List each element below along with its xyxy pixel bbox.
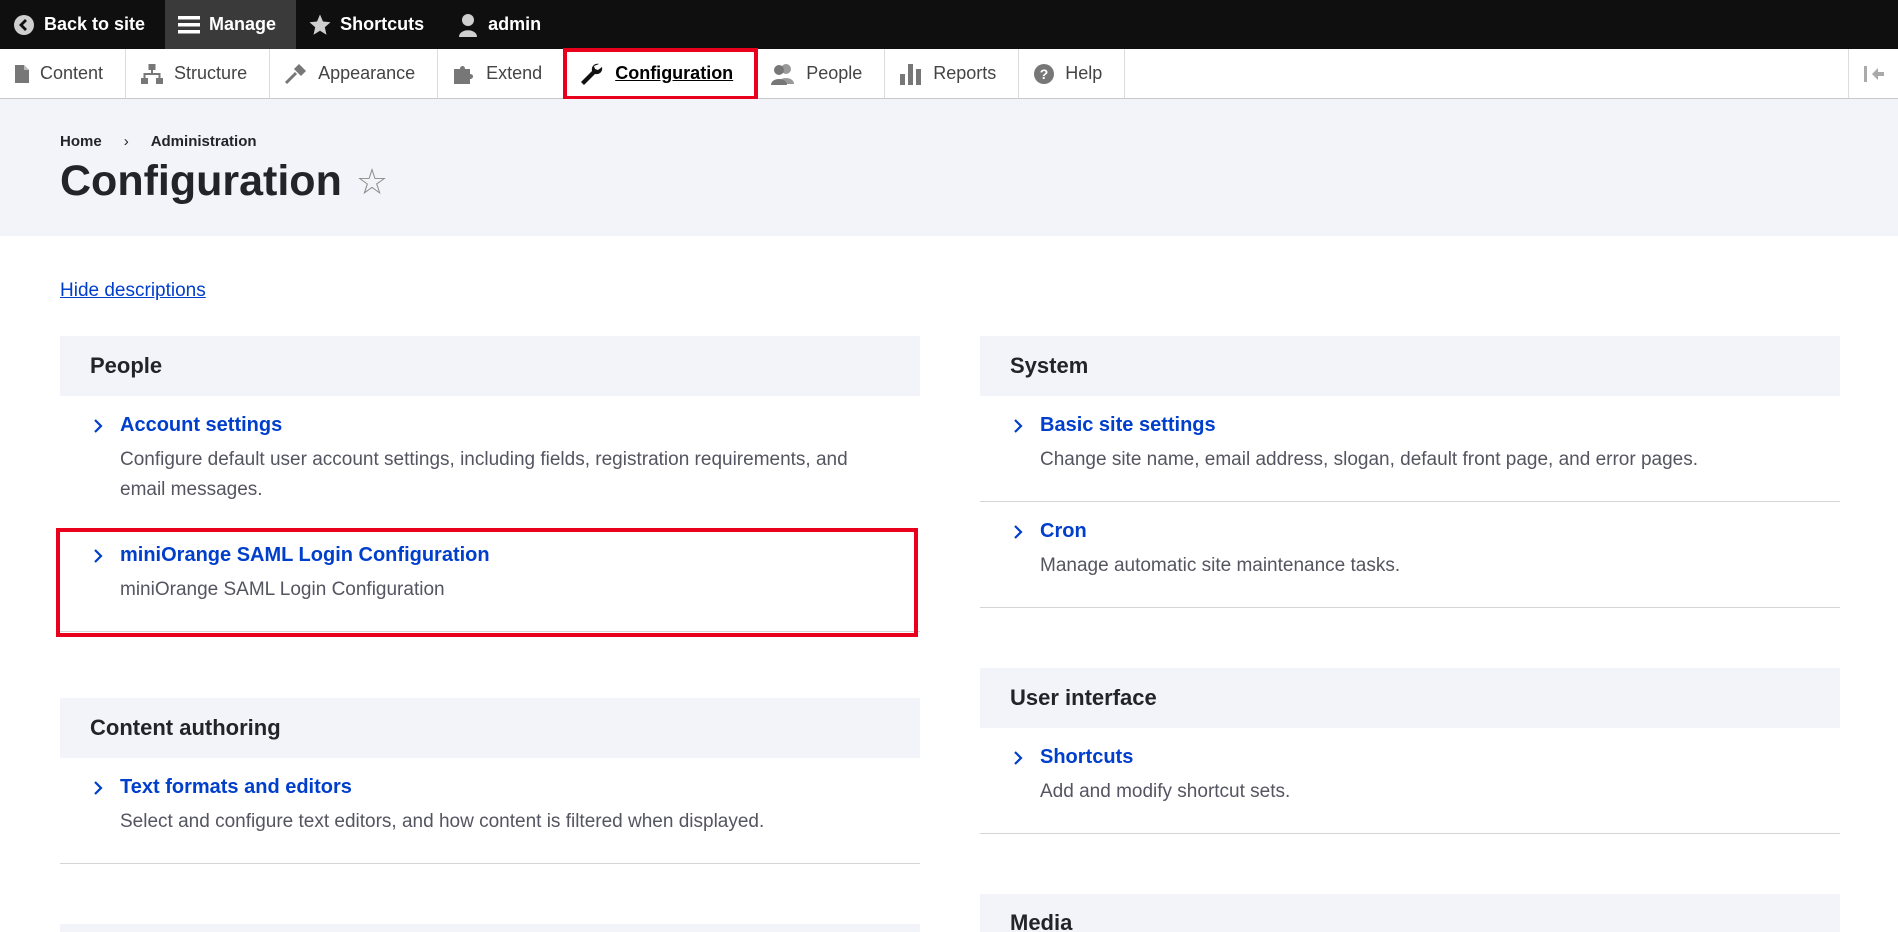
tray-item-label: Configuration <box>615 63 734 83</box>
chevron-right-icon <box>1010 750 1026 766</box>
miniorange-saml-link[interactable]: miniOrange SAML Login Configuration <box>60 544 920 567</box>
breadcrumb-separator: › <box>123 133 129 150</box>
tray-item-label: Help <box>1065 63 1103 83</box>
help-icon: ? <box>1034 63 1055 84</box>
item-description: Change site name, email address, slogan,… <box>1040 449 1699 470</box>
sitemap-icon <box>141 63 164 84</box>
admin-tray: Content Structure Appearance Extend Conf… <box>0 49 1898 99</box>
bar-chart-icon <box>900 63 922 85</box>
puzzle-icon <box>454 65 474 84</box>
file-icon <box>15 64 29 83</box>
item-description: Select and configure text editors, and h… <box>120 811 765 832</box>
people-icon <box>771 63 795 85</box>
item-label: Account settings <box>120 414 283 436</box>
breadcrumb: Home › Administration <box>60 133 257 150</box>
shortcut-star-icon[interactable]: ☆ <box>356 161 388 203</box>
page-title-text: Configuration <box>60 157 342 205</box>
tray-item-structure[interactable]: Structure <box>126 49 271 98</box>
chevron-right-icon <box>1010 524 1026 540</box>
tray-item-help[interactable]: ? Help <box>1019 49 1126 98</box>
chevron-right-icon <box>1010 418 1026 434</box>
chevron-right-icon <box>90 418 106 434</box>
tray-item-reports[interactable]: Reports <box>885 49 1020 98</box>
account-settings-link[interactable]: Account settings <box>60 414 920 437</box>
tray-item-appearance[interactable]: Appearance <box>270 49 439 98</box>
list-item-account-settings: Account settings Configure default user … <box>60 396 920 527</box>
list-item-miniorange-saml: miniOrange SAML Login Configuration mini… <box>60 527 920 632</box>
text-formats-link[interactable]: Text formats and editors <box>60 776 920 799</box>
collapse-icon <box>1863 65 1884 82</box>
menu-icon <box>177 13 201 37</box>
back-to-site-label: Back to site <box>44 14 146 34</box>
item-description: Add and modify shortcut sets. <box>1040 781 1291 802</box>
breadcrumb-administration[interactable]: Administration <box>151 133 257 150</box>
item-label: Basic site settings <box>1040 414 1216 436</box>
user-label: admin <box>488 14 542 34</box>
panel-title: People <box>60 336 920 396</box>
panel-title: User interface <box>980 668 1840 728</box>
back-to-site-link[interactable]: Back to site <box>0 0 165 49</box>
wrench-icon <box>581 63 603 85</box>
tray-item-label: Extend <box>486 63 543 83</box>
tray-item-configuration[interactable]: Configuration <box>565 49 757 98</box>
manage-tab[interactable]: Manage <box>165 0 297 49</box>
next-panel-left <box>60 924 920 932</box>
chevron-right-icon <box>90 548 106 564</box>
tray-item-people[interactable]: People <box>756 49 886 98</box>
user-icon <box>456 13 480 37</box>
svg-text:?: ? <box>1040 66 1049 82</box>
chevron-right-icon <box>90 780 106 796</box>
item-label: Text formats and editors <box>120 776 352 798</box>
basic-site-settings-link[interactable]: Basic site settings <box>980 414 1840 437</box>
people-panel: People Account settings Configure defaul… <box>60 336 920 632</box>
manage-label: Manage <box>209 14 277 34</box>
tray-orientation-toggle[interactable] <box>1848 49 1898 98</box>
tray-item-extend[interactable]: Extend <box>438 49 566 98</box>
star-icon <box>308 13 332 37</box>
item-description: Configure default user account settings,… <box>120 449 848 500</box>
list-item-text-formats: Text formats and editors Select and conf… <box>60 758 920 864</box>
panel-title: Media <box>980 894 1840 932</box>
item-label: Cron <box>1040 520 1087 542</box>
tray-item-label: Content <box>40 63 104 83</box>
page-title: Configuration ☆ <box>60 157 388 206</box>
item-description: Manage automatic site maintenance tasks. <box>1040 555 1401 576</box>
item-description: miniOrange SAML Login Configuration <box>120 579 445 600</box>
shortcuts-tab[interactable]: Shortcuts <box>296 0 444 49</box>
tray-item-label: Reports <box>933 63 997 83</box>
shortcuts-label: Shortcuts <box>340 14 425 34</box>
tray-item-label: Appearance <box>318 63 416 83</box>
hide-descriptions-link[interactable]: Hide descriptions <box>60 280 206 302</box>
system-panel: System Basic site settings Change site n… <box>980 336 1840 608</box>
panel-title: System <box>980 336 1840 396</box>
media-panel: Media <box>980 894 1840 932</box>
list-item-basic-site-settings: Basic site settings Change site name, em… <box>980 396 1840 502</box>
tray-item-label: Structure <box>174 63 248 83</box>
breadcrumb-home[interactable]: Home <box>60 133 102 150</box>
item-label: Shortcuts <box>1040 746 1134 768</box>
list-item-cron: Cron Manage automatic site maintenance t… <box>980 502 1840 608</box>
shortcuts-link[interactable]: Shortcuts <box>980 746 1840 769</box>
cron-link[interactable]: Cron <box>980 520 1840 543</box>
item-label: miniOrange SAML Login Configuration <box>120 544 490 566</box>
panel-title: Content authoring <box>60 698 920 758</box>
back-arrow-icon <box>12 13 36 37</box>
user-tab[interactable]: admin <box>444 0 561 49</box>
content-authoring-panel: Content authoring Text formats and edito… <box>60 698 920 864</box>
tray-item-content[interactable]: Content <box>0 49 127 98</box>
user-interface-panel: User interface Shortcuts Add and modify … <box>980 668 1840 834</box>
admin-toolbar: Back to site Manage Shortcuts admin <box>0 0 1898 49</box>
brush-icon <box>285 63 307 84</box>
tray-item-label: People <box>806 63 863 83</box>
list-item-shortcuts: Shortcuts Add and modify shortcut sets. <box>980 728 1840 834</box>
